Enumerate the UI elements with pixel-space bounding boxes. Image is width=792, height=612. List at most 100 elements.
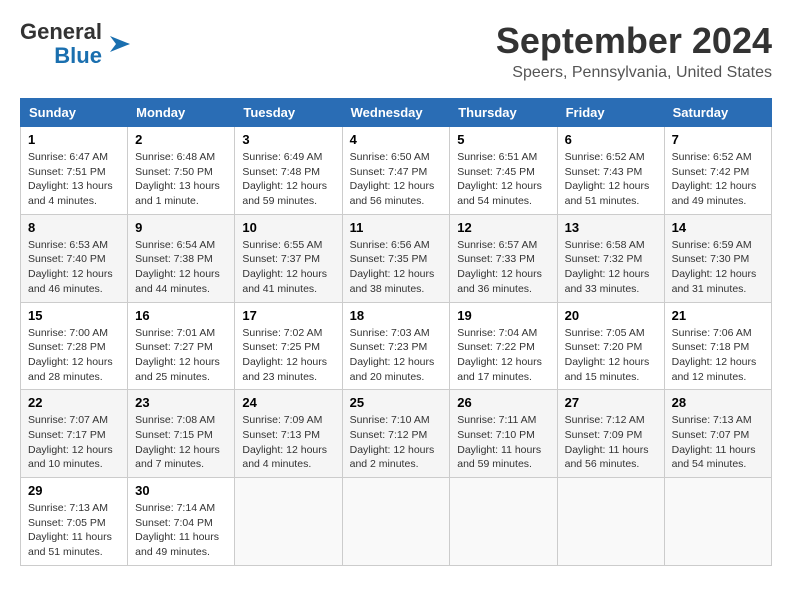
day-number: 22 <box>28 395 120 410</box>
calendar-cell: 23 Sunrise: 7:08 AM Sunset: 7:15 PM Dayli… <box>128 390 235 478</box>
calendar-cell: 17 Sunrise: 7:02 AM Sunset: 7:25 PM Dayli… <box>235 302 342 390</box>
day-number: 9 <box>135 220 227 235</box>
calendar-cell: 18 Sunrise: 7:03 AM Sunset: 7:23 PM Dayli… <box>342 302 450 390</box>
calendar-cell: 25 Sunrise: 7:10 AM Sunset: 7:12 PM Dayli… <box>342 390 450 478</box>
day-number: 20 <box>565 308 657 323</box>
day-number: 14 <box>672 220 764 235</box>
day-number: 12 <box>457 220 549 235</box>
calendar-cell: 16 Sunrise: 7:01 AM Sunset: 7:27 PM Dayli… <box>128 302 235 390</box>
day-number: 3 <box>242 132 334 147</box>
calendar-cell: 14 Sunrise: 6:59 AM Sunset: 7:30 PM Dayli… <box>664 214 771 302</box>
logo-line1: General <box>20 20 102 44</box>
calendar-week-row: 1 Sunrise: 6:47 AM Sunset: 7:51 PM Daylig… <box>21 127 772 215</box>
calendar-header-row: SundayMondayTuesdayWednesdayThursdayFrid… <box>21 99 772 127</box>
day-number: 23 <box>135 395 227 410</box>
location: Speers, Pennsylvania, United States <box>496 64 772 82</box>
calendar-cell: 30 Sunrise: 7:14 AM Sunset: 7:04 PM Dayli… <box>128 478 235 566</box>
column-header-saturday: Saturday <box>664 99 771 127</box>
calendar-cell: 19 Sunrise: 7:04 AM Sunset: 7:22 PM Dayli… <box>450 302 557 390</box>
calendar-cell <box>342 478 450 566</box>
column-header-tuesday: Tuesday <box>235 99 342 127</box>
calendar-cell <box>557 478 664 566</box>
calendar-cell: 8Sunrise: 6:53 AM Sunset: 7:40 PM Daylig… <box>21 214 128 302</box>
day-number: 10 <box>242 220 334 235</box>
day-info: Sunrise: 6:52 AM Sunset: 7:42 PM Dayligh… <box>672 150 764 209</box>
day-number: 24 <box>242 395 334 410</box>
day-number: 7 <box>672 132 764 147</box>
day-number: 16 <box>135 308 227 323</box>
day-number: 21 <box>672 308 764 323</box>
day-number: 6 <box>565 132 657 147</box>
day-number: 19 <box>457 308 549 323</box>
day-info: Sunrise: 6:53 AM Sunset: 7:40 PM Dayligh… <box>28 238 120 297</box>
day-info: Sunrise: 6:59 AM Sunset: 7:30 PM Dayligh… <box>672 238 764 297</box>
calendar-cell: 5 Sunrise: 6:51 AM Sunset: 7:45 PM Daylig… <box>450 127 557 215</box>
day-info: Sunrise: 6:48 AM Sunset: 7:50 PM Dayligh… <box>135 150 227 209</box>
day-number: 28 <box>672 395 764 410</box>
calendar-cell: 28 Sunrise: 7:13 AM Sunset: 7:07 PM Dayli… <box>664 390 771 478</box>
day-number: 5 <box>457 132 549 147</box>
day-number: 13 <box>565 220 657 235</box>
calendar-week-row: 29 Sunrise: 7:13 AM Sunset: 7:05 PM Dayli… <box>21 478 772 566</box>
column-header-sunday: Sunday <box>21 99 128 127</box>
calendar-week-row: 8Sunrise: 6:53 AM Sunset: 7:40 PM Daylig… <box>21 214 772 302</box>
day-number: 27 <box>565 395 657 410</box>
calendar-cell: 12 Sunrise: 6:57 AM Sunset: 7:33 PM Dayli… <box>450 214 557 302</box>
calendar-cell: 3 Sunrise: 6:49 AM Sunset: 7:48 PM Daylig… <box>235 127 342 215</box>
logo: General Blue <box>20 20 134 68</box>
day-info: Sunrise: 6:56 AM Sunset: 7:35 PM Dayligh… <box>350 238 443 297</box>
day-number: 11 <box>350 220 443 235</box>
day-info: Sunrise: 7:01 AM Sunset: 7:27 PM Dayligh… <box>135 326 227 385</box>
day-number: 15 <box>28 308 120 323</box>
day-number: 17 <box>242 308 334 323</box>
day-info: Sunrise: 6:51 AM Sunset: 7:45 PM Dayligh… <box>457 150 549 209</box>
day-info: Sunrise: 7:13 AM Sunset: 7:07 PM Dayligh… <box>672 413 764 472</box>
day-info: Sunrise: 7:05 AM Sunset: 7:20 PM Dayligh… <box>565 326 657 385</box>
calendar-cell: 22 Sunrise: 7:07 AM Sunset: 7:17 PM Dayli… <box>21 390 128 478</box>
day-info: Sunrise: 7:07 AM Sunset: 7:17 PM Dayligh… <box>28 413 120 472</box>
day-info: Sunrise: 7:02 AM Sunset: 7:25 PM Dayligh… <box>242 326 334 385</box>
calendar-cell: 15 Sunrise: 7:00 AM Sunset: 7:28 PM Dayli… <box>21 302 128 390</box>
day-info: Sunrise: 7:10 AM Sunset: 7:12 PM Dayligh… <box>350 413 443 472</box>
day-info: Sunrise: 7:03 AM Sunset: 7:23 PM Dayligh… <box>350 326 443 385</box>
calendar-cell: 13 Sunrise: 6:58 AM Sunset: 7:32 PM Dayli… <box>557 214 664 302</box>
calendar-cell: 26Sunrise: 7:11 AM Sunset: 7:10 PM Dayli… <box>450 390 557 478</box>
day-info: Sunrise: 7:08 AM Sunset: 7:15 PM Dayligh… <box>135 413 227 472</box>
calendar-cell: 20 Sunrise: 7:05 AM Sunset: 7:20 PM Dayli… <box>557 302 664 390</box>
day-number: 4 <box>350 132 443 147</box>
calendar-cell: 29 Sunrise: 7:13 AM Sunset: 7:05 PM Dayli… <box>21 478 128 566</box>
day-number: 18 <box>350 308 443 323</box>
calendar-week-row: 15 Sunrise: 7:00 AM Sunset: 7:28 PM Dayli… <box>21 302 772 390</box>
calendar-cell: 7 Sunrise: 6:52 AM Sunset: 7:42 PM Daylig… <box>664 127 771 215</box>
day-info: Sunrise: 7:14 AM Sunset: 7:04 PM Dayligh… <box>135 501 227 560</box>
day-info: Sunrise: 7:09 AM Sunset: 7:13 PM Dayligh… <box>242 413 334 472</box>
day-info: Sunrise: 6:57 AM Sunset: 7:33 PM Dayligh… <box>457 238 549 297</box>
calendar-table: SundayMondayTuesdayWednesdayThursdayFrid… <box>20 98 772 566</box>
day-info: Sunrise: 6:47 AM Sunset: 7:51 PM Dayligh… <box>28 150 120 209</box>
calendar-cell: 24 Sunrise: 7:09 AM Sunset: 7:13 PM Dayli… <box>235 390 342 478</box>
day-number: 30 <box>135 483 227 498</box>
calendar-week-row: 22 Sunrise: 7:07 AM Sunset: 7:17 PM Dayli… <box>21 390 772 478</box>
day-info: Sunrise: 7:13 AM Sunset: 7:05 PM Dayligh… <box>28 501 120 560</box>
calendar-cell: 27 Sunrise: 7:12 AM Sunset: 7:09 PM Dayli… <box>557 390 664 478</box>
calendar-cell <box>450 478 557 566</box>
day-info: Sunrise: 6:52 AM Sunset: 7:43 PM Dayligh… <box>565 150 657 209</box>
logo-line2: Blue <box>54 44 102 68</box>
day-info: Sunrise: 7:12 AM Sunset: 7:09 PM Dayligh… <box>565 413 657 472</box>
column-header-friday: Friday <box>557 99 664 127</box>
day-number: 1 <box>28 132 120 147</box>
day-info: Sunrise: 7:04 AM Sunset: 7:22 PM Dayligh… <box>457 326 549 385</box>
day-info: Sunrise: 7:00 AM Sunset: 7:28 PM Dayligh… <box>28 326 120 385</box>
day-info: Sunrise: 6:49 AM Sunset: 7:48 PM Dayligh… <box>242 150 334 209</box>
day-number: 29 <box>28 483 120 498</box>
calendar-cell: 1 Sunrise: 6:47 AM Sunset: 7:51 PM Daylig… <box>21 127 128 215</box>
day-info: Sunrise: 6:50 AM Sunset: 7:47 PM Dayligh… <box>350 150 443 209</box>
day-number: 26 <box>457 395 549 410</box>
day-info: Sunrise: 6:54 AM Sunset: 7:38 PM Dayligh… <box>135 238 227 297</box>
day-info: Sunrise: 6:58 AM Sunset: 7:32 PM Dayligh… <box>565 238 657 297</box>
day-number: 25 <box>350 395 443 410</box>
calendar-cell: 4 Sunrise: 6:50 AM Sunset: 7:47 PM Daylig… <box>342 127 450 215</box>
calendar-cell: 10 Sunrise: 6:55 AM Sunset: 7:37 PM Dayli… <box>235 214 342 302</box>
day-info: Sunrise: 6:55 AM Sunset: 7:37 PM Dayligh… <box>242 238 334 297</box>
calendar-cell <box>664 478 771 566</box>
